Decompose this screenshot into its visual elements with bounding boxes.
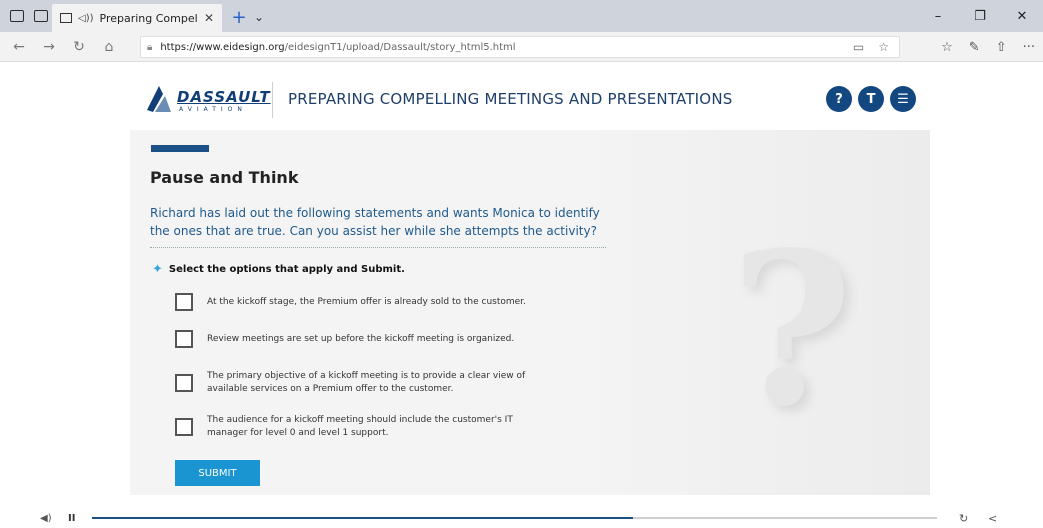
forward-icon[interactable]: → <box>40 39 58 55</box>
favorites-icon[interactable]: ☆ <box>941 40 953 55</box>
header-divider <box>272 82 273 118</box>
menu-button[interactable]: ☰ <box>890 86 916 112</box>
minimize-icon[interactable]: – <box>917 9 959 24</box>
lock-icon: 🔒︎ <box>147 41 153 53</box>
course-title: PREPARING COMPELLING MEETINGS AND PRESEN… <box>288 90 733 108</box>
tab-actions-icon[interactable] <box>10 10 24 22</box>
pen-icon[interactable]: ✎ <box>969 40 980 55</box>
instruction: ✦ Select the options that apply and Subm… <box>152 262 405 277</box>
restore-icon[interactable]: ❐ <box>959 9 1001 24</box>
title-bar: ◁)) Preparing Compelli ✕ + ⌄ – ❐ ✕ <box>0 0 1043 32</box>
activity-panel: ? Pause and Think Richard has laid out t… <box>130 130 930 495</box>
chevron-down-icon[interactable]: ⌄ <box>254 10 264 24</box>
submit-button[interactable]: SUBMIT <box>175 460 260 486</box>
refresh-icon[interactable]: ↻ <box>70 39 88 55</box>
pause-icon[interactable]: II <box>68 513 75 524</box>
option-2[interactable]: Review meetings are set up before the ki… <box>175 330 567 348</box>
more-icon[interactable]: ··· <box>1023 40 1035 55</box>
reading-view-icon[interactable]: ▭ <box>853 40 864 54</box>
back-icon[interactable]: ← <box>10 39 28 55</box>
page-icon <box>60 13 72 23</box>
seek-progress <box>92 517 633 519</box>
browser-tab[interactable]: ◁)) Preparing Compelli ✕ <box>52 4 222 32</box>
option-label: At the kickoff stage, the Premium offer … <box>207 296 526 307</box>
close-window-icon[interactable]: ✕ <box>1001 9 1043 24</box>
dassault-logo: DASSAULT AVIATION <box>145 82 270 118</box>
intro-text: Richard has laid out the following state… <box>150 206 600 238</box>
transcript-button[interactable]: T <box>858 86 884 112</box>
share-icon[interactable]: ⇧ <box>996 40 1007 55</box>
option-checkbox[interactable] <box>175 293 193 311</box>
seek-bar[interactable] <box>92 517 937 519</box>
browser-window: ◁)) Preparing Compelli ✕ + ⌄ – ❐ ✕ ← → ↻… <box>0 0 1043 528</box>
close-tab-icon[interactable]: ✕ <box>204 11 214 25</box>
option-checkbox[interactable] <box>175 330 193 348</box>
tab-title: Preparing Compelli <box>99 11 198 25</box>
url-input[interactable]: 🔒︎ https://www.eidesign.org/eidesignT1/u… <box>140 36 900 58</box>
audio-icon[interactable]: ◁)) <box>78 13 94 24</box>
home-icon[interactable]: ⌂ <box>100 39 118 55</box>
logo-subtext: AVIATION <box>179 106 247 113</box>
option-4[interactable]: The audience for a kickoff meeting shoul… <box>175 414 547 440</box>
option-checkbox[interactable] <box>175 418 193 436</box>
previous-icon[interactable]: < <box>988 512 997 525</box>
url-domain: https://www.eidesign.org <box>160 41 285 53</box>
replay-icon[interactable]: ↻ <box>959 512 968 525</box>
logo-mark-icon <box>147 86 171 112</box>
url-path: /eidesignT1/upload/Dassault/story_html5.… <box>284 41 516 53</box>
option-label: Review meetings are set up before the ki… <box>207 333 515 344</box>
address-bar: ← → ↻ ⌂ 🔒︎ https://www.eidesign.org/eide… <box>0 32 1043 62</box>
option-checkbox[interactable] <box>175 374 193 392</box>
option-label: The primary objective of a kickoff meeti… <box>207 371 526 394</box>
instruction-text: Select the options that apply and Submit… <box>168 264 405 275</box>
set-aside-tabs-icon[interactable] <box>34 10 48 22</box>
volume-icon[interactable]: ◀︎) <box>40 513 52 524</box>
favorite-star-icon[interactable]: ☆ <box>878 40 889 54</box>
option-label: The audience for a kickoff meeting shoul… <box>207 415 513 438</box>
logo-text: DASSAULT <box>177 88 271 106</box>
course-header: DASSAULT AVIATION PREPARING COMPELLING M… <box>130 70 930 130</box>
option-1[interactable]: At the kickoff stage, the Premium offer … <box>175 293 567 311</box>
sparkle-icon: ✦ <box>152 262 163 277</box>
dotted-divider <box>150 247 606 248</box>
player-bar: ◀︎) II ↻ < <box>0 508 1043 528</box>
option-3[interactable]: The primary objective of a kickoff meeti… <box>175 370 537 396</box>
accent-bar <box>151 145 209 152</box>
help-button[interactable]: ? <box>826 86 852 112</box>
new-tab-icon[interactable]: + <box>228 6 250 28</box>
question-mark-graphic: ? <box>730 206 854 453</box>
page-title: Pause and Think <box>150 168 299 187</box>
